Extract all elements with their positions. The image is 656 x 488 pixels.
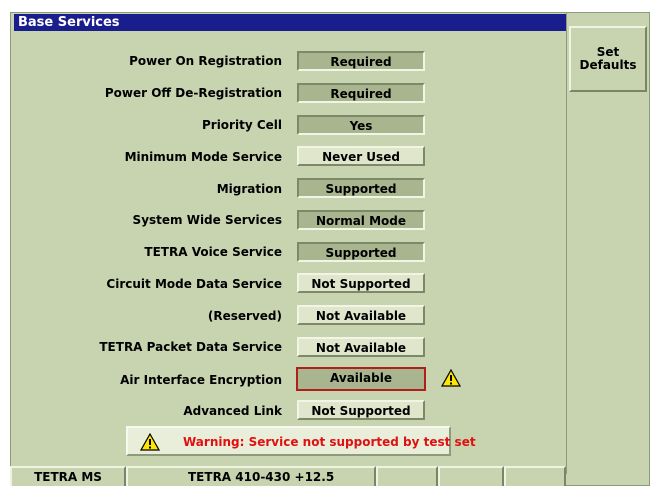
row-label-system-wide-services: System Wide Services (132, 213, 282, 227)
value-migration[interactable]: Supported (297, 178, 425, 198)
warning-triangle-icon (441, 369, 461, 387)
value-air-interface-encryption[interactable]: Available (296, 367, 426, 391)
status-band: TETRA 410-430 +12.5 (126, 466, 376, 486)
status-cell-empty-1 (376, 466, 438, 486)
warning-text: Warning: Service not supported by test s… (183, 435, 476, 449)
row-label-migration: Migration (216, 182, 282, 196)
row-label-power-off-deregistration: Power Off De-Registration (104, 86, 282, 100)
value-advanced-link[interactable]: Not Supported (297, 400, 425, 420)
window-title: Base Services (14, 14, 566, 31)
warning-triangle-icon (140, 433, 160, 451)
value-reserved[interactable]: Not Available (297, 305, 425, 325)
value-circuit-mode-data-service[interactable]: Not Supported (297, 273, 425, 293)
softkey-panel-divider (566, 12, 567, 474)
value-priority-cell[interactable]: Yes (297, 115, 425, 135)
row-label-circuit-mode-data-service: Circuit Mode Data Service (106, 277, 282, 291)
status-bar: TETRA MS TETRA 410-430 +12.5 (10, 466, 566, 486)
value-tetra-packet-data-service[interactable]: Not Available (297, 337, 425, 357)
row-label-power-on-registration: Power On Registration (129, 54, 282, 68)
row-label-reserved: (Reserved) (207, 309, 282, 323)
row-label-air-interface-encryption: Air Interface Encryption (120, 373, 282, 387)
row-label-tetra-packet-data-service: TETRA Packet Data Service (99, 340, 282, 354)
value-minimum-mode-service[interactable]: Never Used (297, 146, 425, 166)
warning-message-box: Warning: Service not supported by test s… (126, 426, 476, 456)
status-mode: TETRA MS (10, 466, 126, 486)
value-tetra-voice-service[interactable]: Supported (297, 242, 425, 262)
set-defaults-button[interactable]: Set Defaults (569, 26, 647, 92)
row-label-priority-cell: Priority Cell (201, 118, 282, 132)
status-cell-empty-3 (504, 466, 566, 486)
row-label-minimum-mode-service: Minimum Mode Service (124, 150, 282, 164)
value-power-off-deregistration[interactable]: Required (297, 83, 425, 103)
row-label-tetra-voice-service: TETRA Voice Service (144, 245, 282, 259)
value-power-on-registration[interactable]: Required (297, 51, 425, 71)
value-system-wide-services[interactable]: Normal Mode (297, 210, 425, 230)
status-cell-empty-2 (438, 466, 504, 486)
row-label-advanced-link: Advanced Link (183, 404, 282, 418)
